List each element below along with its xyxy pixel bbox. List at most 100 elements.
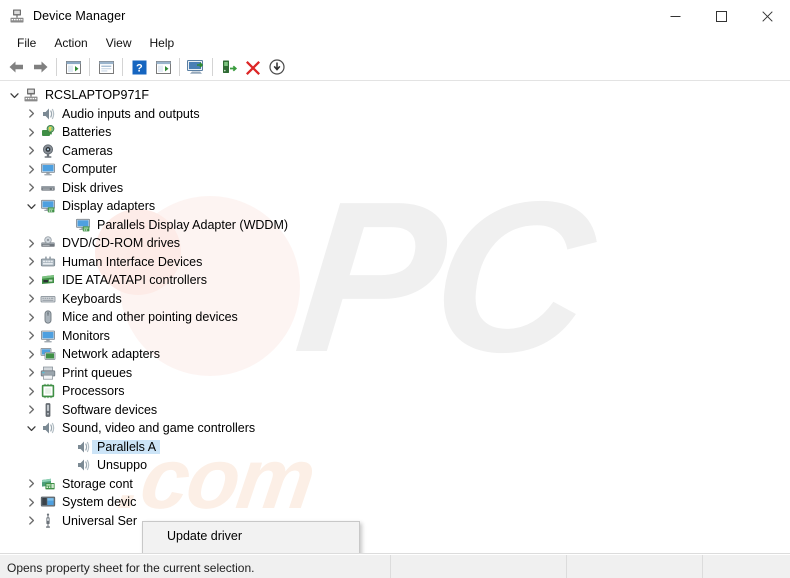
chevron-right-icon[interactable]: [23, 128, 39, 137]
status-segment-3: [703, 555, 790, 578]
disk-drive-icon: [39, 180, 57, 196]
tree-node-label: Computer: [62, 162, 117, 177]
tree-node[interactable]: Sound, video and game controllers: [0, 419, 790, 438]
chevron-down-icon[interactable]: [23, 202, 39, 211]
tree-node[interactable]: Human Interface Devices: [0, 253, 790, 272]
menu-view[interactable]: View: [97, 33, 141, 53]
tree-node[interactable]: Computer: [0, 160, 790, 179]
show-hide-console-tree-icon[interactable]: [61, 56, 85, 78]
tree-node[interactable]: Parallels A: [0, 438, 790, 457]
chevron-right-icon[interactable]: [23, 387, 39, 396]
tree-node-label: Audio inputs and outputs: [62, 106, 200, 121]
keyboard-icon: [39, 291, 57, 307]
minimize-button[interactable]: [652, 0, 698, 32]
tree-node[interactable]: Disk drives: [0, 179, 790, 198]
device-tree[interactable]: RCSLAPTOP971F Audio inputs and outputs Bat…: [0, 81, 790, 530]
update-driver-icon[interactable]: [217, 56, 241, 78]
chevron-right-icon[interactable]: [23, 479, 39, 488]
tree-node[interactable]: Display adapters: [0, 197, 790, 216]
chevron-right-icon[interactable]: [23, 498, 39, 507]
tree-node[interactable]: System devic: [0, 493, 790, 512]
tree-node[interactable]: Software devices: [0, 401, 790, 420]
window-controls: [652, 0, 790, 32]
chevron-right-icon[interactable]: [23, 313, 39, 322]
chevron-right-icon[interactable]: [23, 276, 39, 285]
close-button[interactable]: [744, 0, 790, 32]
tree-node[interactable]: Batteries: [0, 123, 790, 142]
device-manager-icon: [9, 8, 25, 24]
chevron-down-icon[interactable]: [6, 91, 22, 100]
tree-node[interactable]: Mice and other pointing devices: [0, 308, 790, 327]
tree-node-label: Display adapters: [62, 199, 156, 214]
device-manager-window: Device Manager File Action View Help ? P…: [0, 0, 790, 578]
status-bar: Opens property sheet for the current sel…: [0, 554, 790, 578]
device-tree-panel[interactable]: PC .com RCSLAPTOP971F Audio inputs and ou…: [0, 81, 790, 554]
disable-device-icon[interactable]: [265, 56, 289, 78]
tree-node-label: Sound, video and game controllers: [62, 421, 256, 436]
tree-node[interactable]: RCSLAPTOP971F: [0, 86, 790, 105]
chevron-right-icon[interactable]: [23, 109, 39, 118]
monitor-icon: [39, 328, 57, 344]
tree-node[interactable]: IDE ATA/ATAPI controllers: [0, 271, 790, 290]
chevron-down-icon[interactable]: [23, 424, 39, 433]
tree-node[interactable]: DVD/CD-ROM drives: [0, 234, 790, 253]
context-menu[interactable]: Update driverDisable deviceUninstall dev…: [142, 521, 360, 553]
scan-hardware-changes-icon[interactable]: [184, 56, 208, 78]
tree-node[interactable]: Print queues: [0, 364, 790, 383]
tree-node-label: Print queues: [62, 365, 133, 380]
tree-node[interactable]: Parallels Display Adapter (WDDM): [0, 216, 790, 235]
storage-controller-icon: [39, 476, 57, 492]
toolbar: ?: [0, 54, 790, 81]
action-view-icon[interactable]: [151, 56, 175, 78]
tree-node[interactable]: Universal Ser: [0, 512, 790, 531]
tree-node-label: Parallels A: [92, 439, 161, 454]
toolbar-separator: [212, 58, 213, 76]
title-bar-left: Device Manager: [0, 8, 125, 24]
help-icon[interactable]: ?: [127, 56, 151, 78]
tree-node-label: Parallels Display Adapter (WDDM): [97, 217, 289, 232]
chevron-right-icon[interactable]: [23, 257, 39, 266]
chevron-right-icon[interactable]: [23, 294, 39, 303]
chevron-right-icon[interactable]: [23, 165, 39, 174]
menu-help[interactable]: Help: [141, 33, 184, 53]
chevron-right-icon[interactable]: [23, 368, 39, 377]
software-device-icon: [39, 402, 57, 418]
tree-node[interactable]: Keyboards: [0, 290, 790, 309]
window-title: Device Manager: [33, 9, 126, 23]
status-segment-1: [391, 555, 567, 578]
tree-node[interactable]: Storage cont: [0, 475, 790, 494]
tree-node[interactable]: Network adapters: [0, 345, 790, 364]
tree-node-label: Universal Ser: [62, 513, 138, 528]
ide-controller-icon: [39, 272, 57, 288]
chevron-right-icon[interactable]: [23, 183, 39, 192]
context-menu-item[interactable]: Update driver: [143, 524, 359, 548]
maximize-button[interactable]: [698, 0, 744, 32]
properties-icon[interactable]: [94, 56, 118, 78]
tree-node[interactable]: Unsuppo: [0, 456, 790, 475]
tree-node-label: Software devices: [62, 402, 158, 417]
forward-arrow-icon[interactable]: [28, 56, 52, 78]
chevron-right-icon[interactable]: [23, 350, 39, 359]
tree-node[interactable]: Processors: [0, 382, 790, 401]
toolbar-separator: [89, 58, 90, 76]
tree-node[interactable]: Audio inputs and outputs: [0, 105, 790, 124]
chevron-right-icon[interactable]: [23, 239, 39, 248]
chevron-right-icon[interactable]: [23, 516, 39, 525]
tree-node-label: Batteries: [62, 125, 112, 140]
speaker-icon: [74, 457, 92, 473]
display-adapter-icon: [39, 198, 57, 214]
tree-node-label: Keyboards: [62, 291, 122, 306]
tree-node[interactable]: Cameras: [0, 142, 790, 161]
menu-action[interactable]: Action: [45, 33, 96, 53]
menu-file[interactable]: File: [8, 33, 45, 53]
toolbar-separator: [56, 58, 57, 76]
display-adapter-icon: [74, 217, 92, 233]
back-arrow-icon[interactable]: [4, 56, 28, 78]
uninstall-device-icon[interactable]: [241, 56, 265, 78]
chevron-right-icon[interactable]: [23, 146, 39, 155]
chevron-right-icon[interactable]: [23, 331, 39, 340]
chevron-right-icon[interactable]: [23, 405, 39, 414]
hid-icon: [39, 254, 57, 270]
toolbar-separator: [179, 58, 180, 76]
tree-node[interactable]: Monitors: [0, 327, 790, 346]
